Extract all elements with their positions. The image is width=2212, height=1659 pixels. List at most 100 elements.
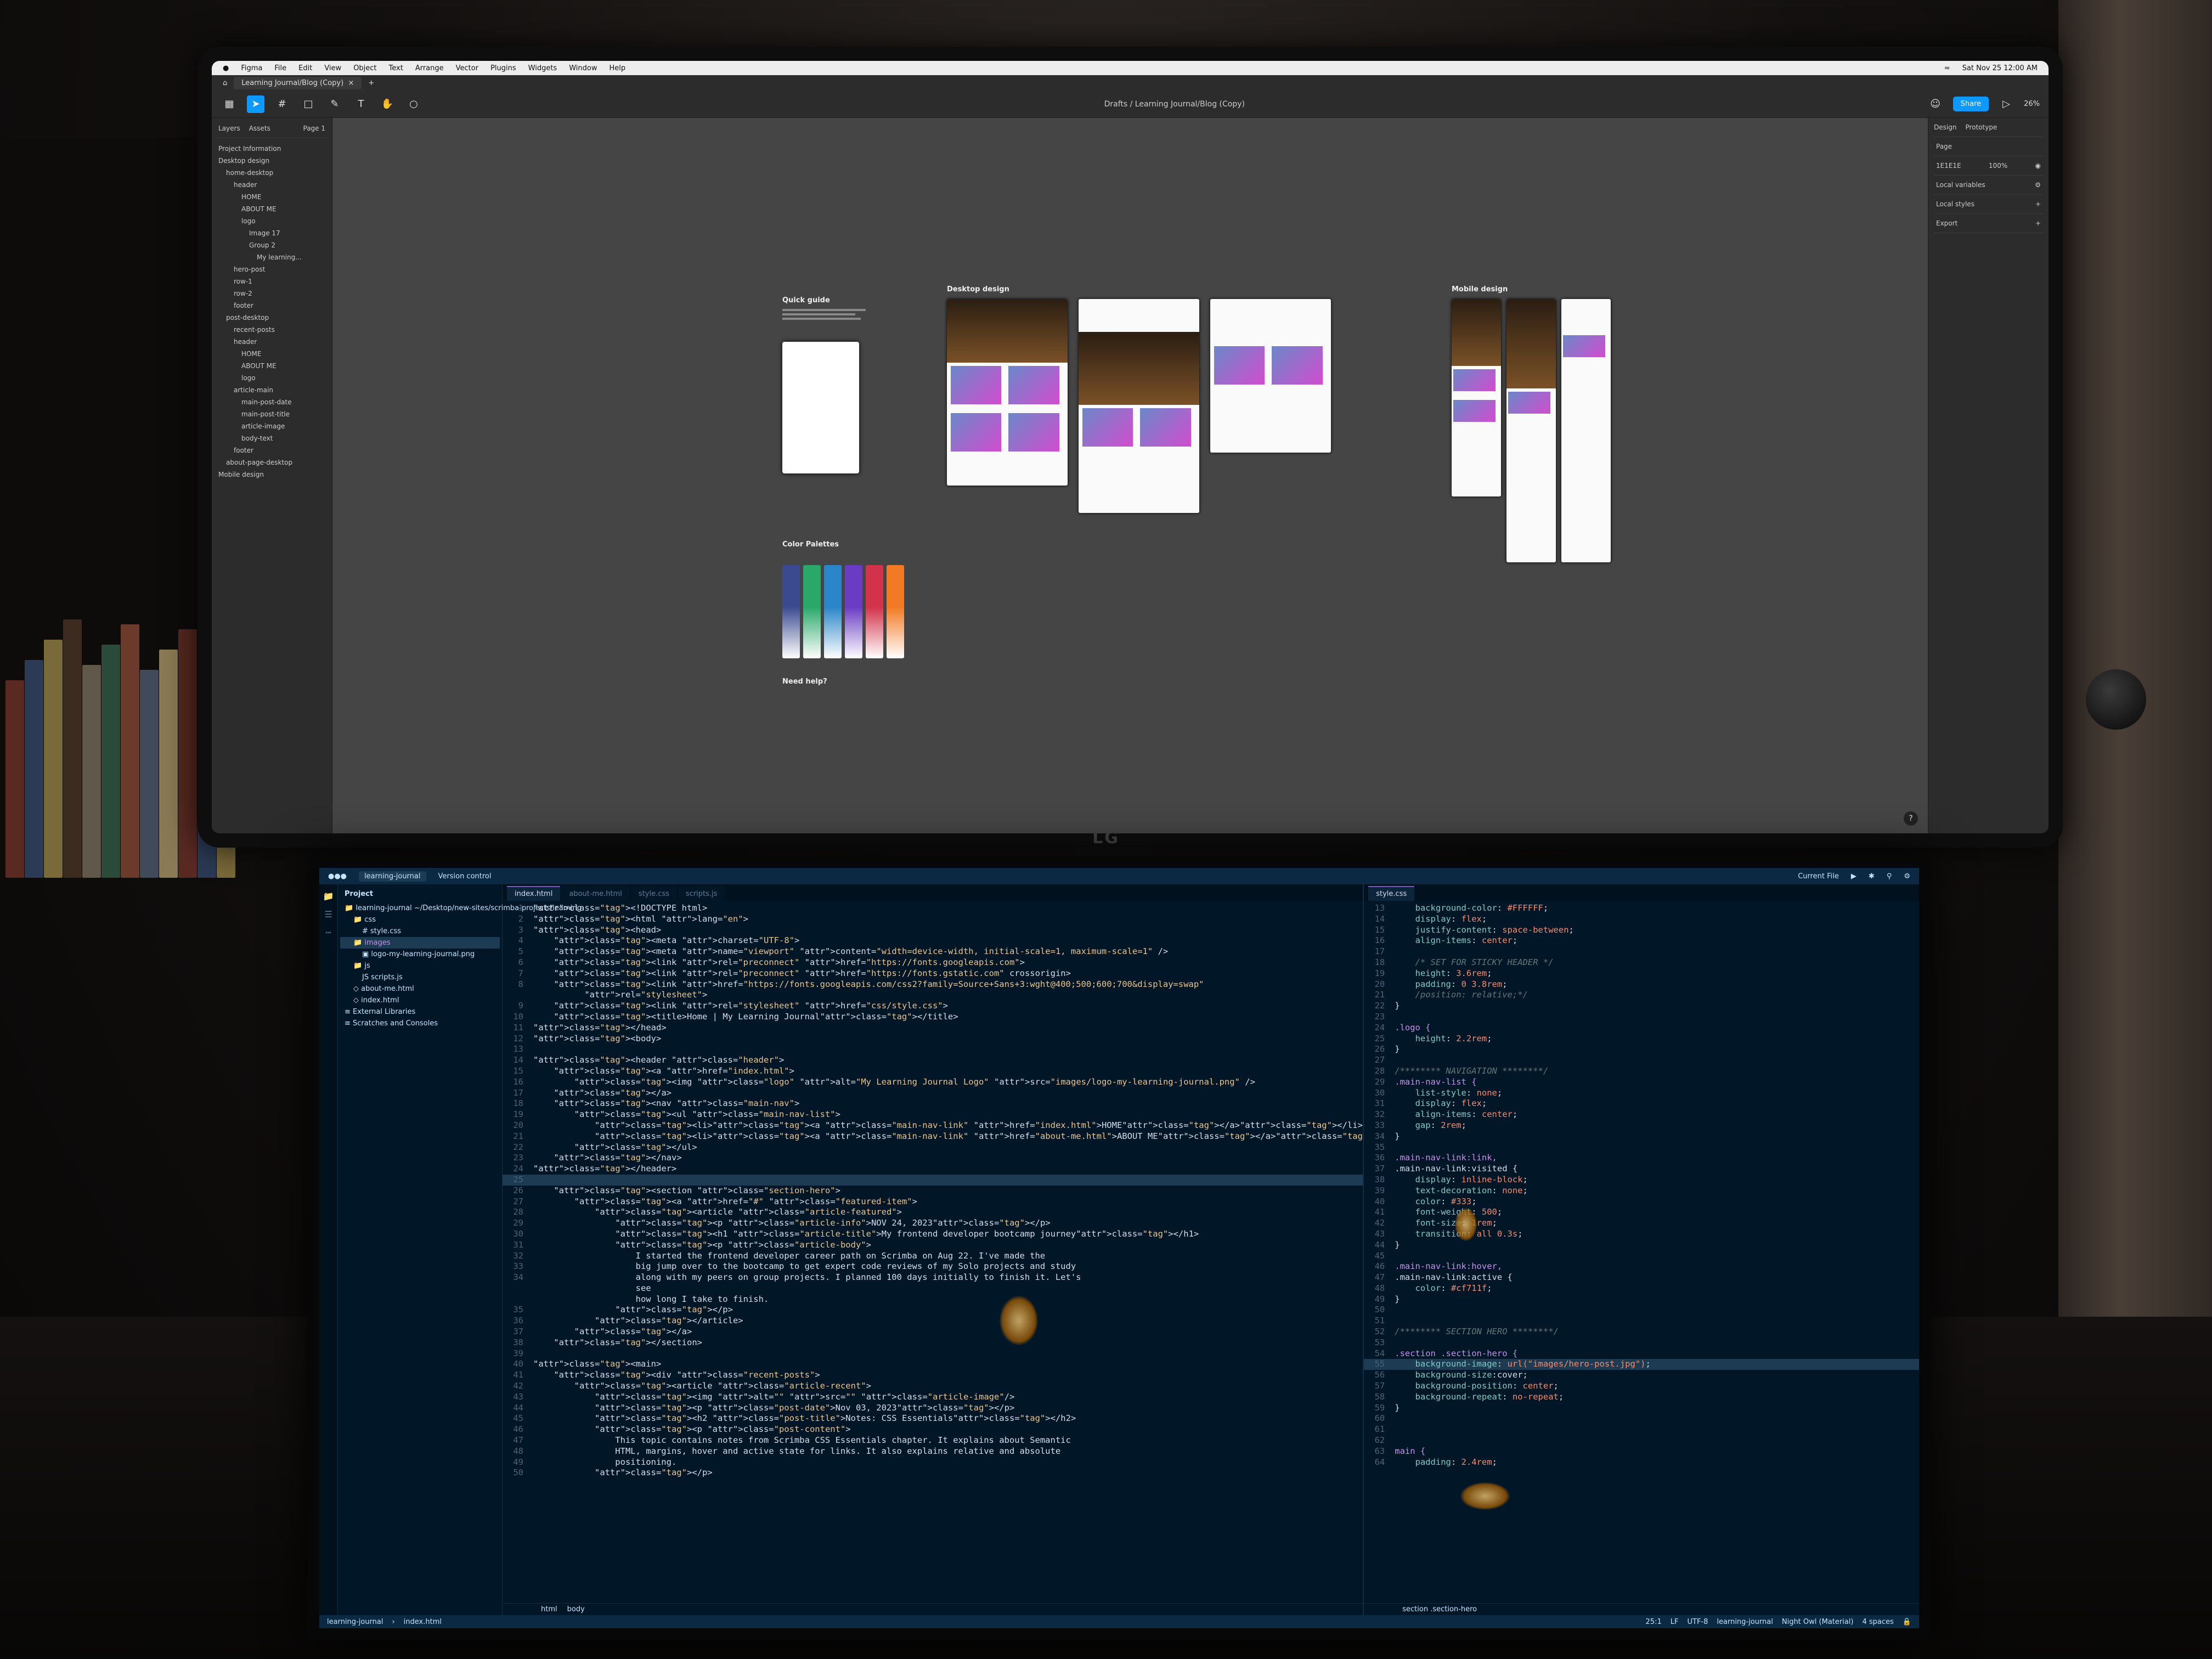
- code-line[interactable]: 13: [503, 1044, 1363, 1055]
- status-indent[interactable]: 4 spaces: [1862, 1618, 1893, 1626]
- code-line[interactable]: 30 "attr">class="tag"><h1 "attr">class="…: [503, 1229, 1363, 1240]
- code-line[interactable]: 28 "attr">class="tag"><article "attr">cl…: [503, 1207, 1363, 1218]
- code-line[interactable]: 21 /position: relative;*/: [1364, 990, 1919, 1001]
- layer-item[interactable]: post-desktop: [215, 312, 329, 324]
- code-line[interactable]: 62: [1364, 1435, 1919, 1446]
- code-line[interactable]: 5 "attr">class="tag"><meta "attr">name="…: [503, 946, 1363, 957]
- apple-icon[interactable]: ●: [223, 64, 229, 72]
- code-line[interactable]: 30 list-style: none;: [1364, 1088, 1919, 1099]
- layer-item[interactable]: article-image: [215, 420, 329, 432]
- code-line[interactable]: 27 "attr">class="tag"><a "attr">href="#"…: [503, 1197, 1363, 1207]
- status-caret-position[interactable]: 25:1: [1646, 1618, 1662, 1626]
- status-encoding[interactable]: UTF-8: [1687, 1618, 1708, 1626]
- code-line[interactable]: 47 .main-nav-link:active {: [1364, 1272, 1919, 1283]
- code-line[interactable]: 39: [503, 1348, 1363, 1359]
- menubar-item[interactable]: Text: [389, 64, 403, 72]
- code-line[interactable]: 60: [1364, 1413, 1919, 1424]
- code-line[interactable]: 4 "attr">class="tag"><meta "attr">charse…: [503, 935, 1363, 946]
- code-line[interactable]: 40 color: #333;: [1364, 1197, 1919, 1207]
- code-line[interactable]: how long I take to finish.: [503, 1294, 1363, 1305]
- page-opacity-value[interactable]: 100%: [1989, 162, 2007, 170]
- menubar-item[interactable]: Figma: [241, 64, 262, 72]
- tree-item[interactable]: ≡ Scratches and Consoles: [340, 1018, 500, 1029]
- code-line[interactable]: 54 .section .section-hero {: [1364, 1348, 1919, 1359]
- code-line[interactable]: 22}: [1364, 1001, 1919, 1012]
- code-line[interactable]: 48 HTML, margins, hover and active state…: [503, 1446, 1363, 1457]
- avatar[interactable]: ☺: [1927, 95, 1944, 113]
- figma-canvas[interactable]: Quick guide Desktop design Mobile design…: [332, 118, 1928, 833]
- code-line[interactable]: 41 font-weight: 500;: [1364, 1207, 1919, 1218]
- shape-tool-icon[interactable]: □: [300, 95, 317, 113]
- menubar-item[interactable]: Help: [609, 64, 625, 72]
- desktop-frame-post[interactable]: [1079, 299, 1199, 513]
- code-line[interactable]: 35 "attr">class="tag"></p>: [503, 1305, 1363, 1316]
- status-project-name[interactable]: learning-journal: [1717, 1618, 1773, 1626]
- tab-learning-journal[interactable]: Learning Journal/Blog (Copy) ×: [234, 76, 362, 89]
- code-line[interactable]: 35: [1364, 1142, 1919, 1153]
- crumb-body[interactable]: body: [567, 1605, 585, 1613]
- hand-tool-icon[interactable]: ✋: [379, 95, 396, 113]
- layer-item[interactable]: Mobile design: [215, 469, 329, 481]
- layer-item[interactable]: article-main: [215, 384, 329, 396]
- code-line[interactable]: 18 /* SET FOR STICKY HEADER */: [1364, 957, 1919, 968]
- tree-item[interactable]: 📁 css: [340, 914, 500, 926]
- tree-item[interactable]: ◇ index.html: [340, 995, 500, 1006]
- mobile-frame-home[interactable]: [1452, 299, 1501, 496]
- code-line[interactable]: 29 .main-nav-list {: [1364, 1077, 1919, 1088]
- code-line[interactable]: 43 transition: all 0.3s;: [1364, 1229, 1919, 1240]
- layer-item[interactable]: ABOUT ME: [215, 203, 329, 215]
- code-line[interactable]: 48 color: #cf711f;: [1364, 1283, 1919, 1294]
- code-line[interactable]: 32 align-items: center;: [1364, 1109, 1919, 1120]
- code-line[interactable]: 61: [1364, 1424, 1919, 1435]
- code-line[interactable]: 18 "attr">class="tag"><nav "attr">class=…: [503, 1098, 1363, 1109]
- menubar-item[interactable]: Window: [569, 64, 597, 72]
- layer-item[interactable]: about-page-desktop: [215, 456, 329, 469]
- tab-index-html[interactable]: index.html: [507, 886, 561, 901]
- export-row[interactable]: Export +: [1934, 214, 2043, 233]
- menubar-item[interactable]: Widgets: [528, 64, 557, 72]
- mobile-frame-post[interactable]: [1506, 299, 1556, 562]
- tree-item[interactable]: 📁 learning-journal ~/Desktop/new-sites/s…: [340, 902, 582, 914]
- code-line[interactable]: 55 background-image: url("images/hero-po…: [1364, 1359, 1919, 1370]
- desktop-frame-home[interactable]: [947, 299, 1068, 486]
- layer-item[interactable]: header: [215, 179, 329, 191]
- code-line[interactable]: 31 "attr">class="tag"><p "attr">class="a…: [503, 1240, 1363, 1251]
- code-line[interactable]: 46 "attr">class="tag"><p "attr">class="p…: [503, 1424, 1363, 1435]
- code-line[interactable]: 2 "attr">class="tag"><html "attr">lang="e…: [503, 914, 1363, 925]
- layer-item[interactable]: ABOUT ME: [215, 360, 329, 372]
- color-swatch[interactable]: [803, 565, 821, 658]
- code-line[interactable]: 15 "attr">class="tag"><a "attr">href="in…: [503, 1066, 1363, 1077]
- crumb-html[interactable]: html: [541, 1605, 557, 1613]
- wifi-icon[interactable]: ≈: [1944, 64, 1950, 72]
- code-line[interactable]: 37 "attr">class="tag"></a>: [503, 1327, 1363, 1338]
- code-line[interactable]: 38 "attr">class="tag"></section>: [503, 1338, 1363, 1348]
- layer-item[interactable]: body-text: [215, 432, 329, 444]
- project-tool-icon[interactable]: 📁: [323, 891, 334, 901]
- code-line[interactable]: 21 "attr">class="tag"><li>"attr">class="…: [503, 1131, 1363, 1142]
- layer-item[interactable]: HOME: [215, 191, 329, 203]
- code-line[interactable]: 42 font-size: 1rem;: [1364, 1218, 1919, 1229]
- code-line[interactable]: 44 "attr">class="tag"><p "attr">class="p…: [503, 1403, 1363, 1414]
- code-line[interactable]: 57 background-position: center;: [1364, 1381, 1919, 1392]
- css-code-area[interactable]: 13 background-color: #FFFFFF; 14 display:…: [1364, 901, 1919, 1603]
- code-line[interactable]: 8 "attr">class="tag"><link "attr">href="…: [503, 979, 1363, 990]
- crumb-selector[interactable]: section .section-hero: [1402, 1605, 1477, 1613]
- code-line[interactable]: 39 text-decoration: none;: [1364, 1186, 1919, 1197]
- code-line[interactable]: 42 "attr">class="tag"><article "attr">cl…: [503, 1381, 1363, 1392]
- quick-guide[interactable]: Quick guide: [782, 296, 887, 473]
- color-swatch[interactable]: [887, 565, 904, 658]
- status-theme[interactable]: Night Owl (Material): [1782, 1618, 1854, 1626]
- tree-item[interactable]: JS scripts.js: [340, 972, 500, 983]
- code-line[interactable]: 46 .main-nav-link:hover,: [1364, 1261, 1919, 1272]
- code-line[interactable]: 17 "attr">class="tag"></a>: [503, 1088, 1363, 1099]
- code-line[interactable]: 25: [503, 1174, 1363, 1186]
- add-icon[interactable]: +: [2035, 219, 2041, 227]
- window-controls-icon[interactable]: ●●●: [328, 872, 347, 881]
- layer-item[interactable]: hero-post: [215, 263, 329, 275]
- main-menu-icon[interactable]: ▦: [221, 95, 238, 113]
- menubar-item[interactable]: Object: [353, 64, 376, 72]
- code-line[interactable]: 9 "attr">class="tag"><link "attr">rel="s…: [503, 1001, 1363, 1012]
- color-palettes[interactable]: Color Palettes: [782, 540, 904, 658]
- layer-item[interactable]: main-post-date: [215, 396, 329, 408]
- layer-item[interactable]: HOME: [215, 348, 329, 360]
